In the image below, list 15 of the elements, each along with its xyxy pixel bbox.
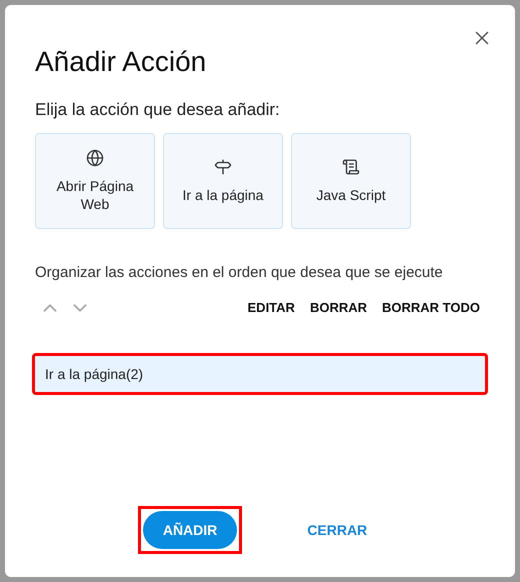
action-type-card[interactable]: Java Script — [291, 133, 411, 229]
dialog-title: Añadir Acción — [35, 45, 208, 79]
action-type-card[interactable]: Ir a la página — [163, 133, 283, 229]
add-button[interactable]: AÑADIR — [142, 511, 238, 549]
order-hint: Organizar las acciones en el orden que desea que se ejecute — [35, 263, 444, 283]
action-list-item[interactable]: Ir a la página(2) — [32, 353, 488, 395]
globe-icon — [86, 149, 104, 167]
list-action-button[interactable]: BORRAR TODO — [382, 298, 480, 318]
list-action-button[interactable]: EDITAR — [248, 298, 295, 318]
prompt-text: Elija la acción que desea añadir: — [35, 99, 281, 121]
action-type-card[interactable]: Abrir Página Web — [35, 133, 155, 229]
close-text-button[interactable]: CERRAR — [297, 511, 378, 549]
list-action-button[interactable]: BORRAR — [310, 298, 368, 318]
signpost-icon — [214, 158, 232, 176]
scroll-icon — [342, 158, 360, 176]
